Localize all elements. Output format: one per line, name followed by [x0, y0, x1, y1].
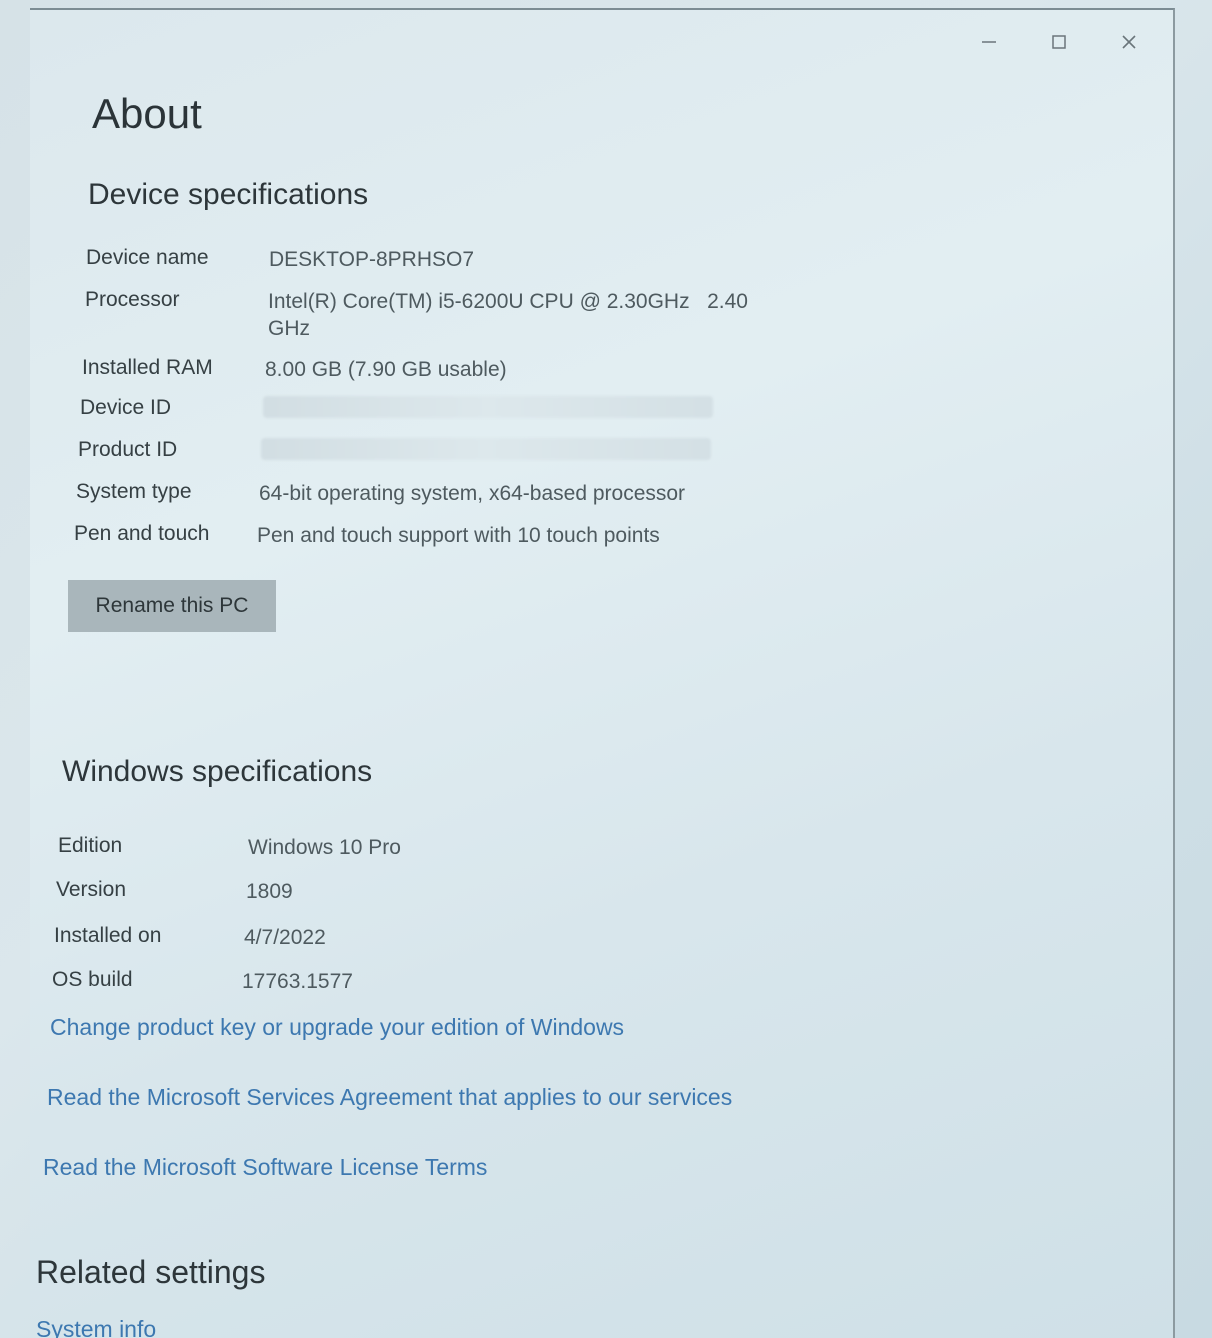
spec-label: Installed on — [54, 924, 162, 947]
processor-value: Intel(R) Core(TM) i5-6200U CPU @ 2.30GHz… — [268, 290, 748, 313]
redacted-product-id — [261, 438, 711, 460]
spec-value — [263, 396, 713, 425]
spec-row-processor: Processor Intel(R) Core(TM) i5-6200U CPU… — [85, 288, 748, 343]
window-controls — [975, 28, 1143, 56]
spec-label: System type — [76, 480, 192, 503]
spec-row-edition: Edition Windows 10 Pro — [58, 834, 401, 861]
windows-specs-heading: Windows specifications — [62, 755, 373, 788]
spec-row-version: Version 1809 — [56, 878, 293, 905]
spec-row-installed-on: Installed on 4/7/2022 — [54, 924, 326, 951]
spec-value: 1809 — [246, 880, 293, 903]
spec-value: DESKTOP-8PRHSO7 — [269, 248, 475, 271]
spec-row-pen-touch: Pen and touch Pen and touch support with… — [74, 522, 660, 549]
spec-value: 4/7/2022 — [244, 926, 326, 949]
spec-row-system-type: System type 64-bit operating system, x64… — [76, 480, 685, 507]
system-info-link[interactable]: System info — [36, 1316, 156, 1338]
screen: About Device specifications Device name … — [0, 0, 1212, 1338]
maximize-icon[interactable] — [1045, 28, 1073, 56]
spec-label: Device ID — [80, 396, 172, 419]
spec-value: Pen and touch support with 10 touch poin… — [257, 524, 660, 547]
redacted-device-id — [263, 396, 713, 418]
spec-row-os-build: OS build 17763.1577 — [52, 968, 353, 995]
device-specs-heading: Device specifications — [88, 178, 369, 211]
spec-value: Windows 10 Pro — [248, 836, 401, 859]
processor-value-cont: GHz — [268, 317, 310, 341]
spec-value: Intel(R) Core(TM) i5-6200U CPU @ 2.30GHz… — [268, 288, 748, 343]
related-settings-heading: Related settings — [36, 1254, 266, 1290]
spec-label: OS build — [52, 968, 133, 991]
spec-value: 8.00 GB (7.90 GB usable) — [265, 358, 507, 381]
spec-value: 17763.1577 — [242, 970, 353, 993]
services-agreement-link[interactable]: Read the Microsoft Services Agreement th… — [47, 1084, 732, 1111]
spec-row-product-id: Product ID — [78, 438, 711, 467]
spec-label: Device name — [86, 246, 209, 269]
page-title: About — [92, 90, 202, 137]
license-terms-link[interactable]: Read the Microsoft Software License Term… — [43, 1154, 487, 1181]
spec-label: Edition — [58, 834, 123, 857]
close-icon[interactable] — [1115, 28, 1143, 56]
spec-value — [261, 438, 711, 467]
spec-row-installed-ram: Installed RAM 8.00 GB (7.90 GB usable) — [82, 356, 507, 383]
spec-row-device-id: Device ID — [80, 396, 713, 425]
minimize-icon[interactable] — [975, 28, 1003, 56]
change-product-key-link[interactable]: Change product key or upgrade your editi… — [50, 1014, 624, 1041]
spec-label: Processor — [85, 288, 180, 311]
spec-value: 64-bit operating system, x64-based proce… — [259, 482, 686, 505]
settings-window: About Device specifications Device name … — [30, 8, 1175, 1338]
spec-label: Pen and touch — [74, 522, 210, 545]
spec-label: Version — [56, 878, 127, 901]
spec-row-device-name: Device name DESKTOP-8PRHSO7 — [86, 246, 474, 273]
spec-label: Installed RAM — [82, 356, 213, 379]
rename-pc-button[interactable]: Rename this PC — [68, 580, 276, 632]
spec-label: Product ID — [78, 438, 178, 461]
